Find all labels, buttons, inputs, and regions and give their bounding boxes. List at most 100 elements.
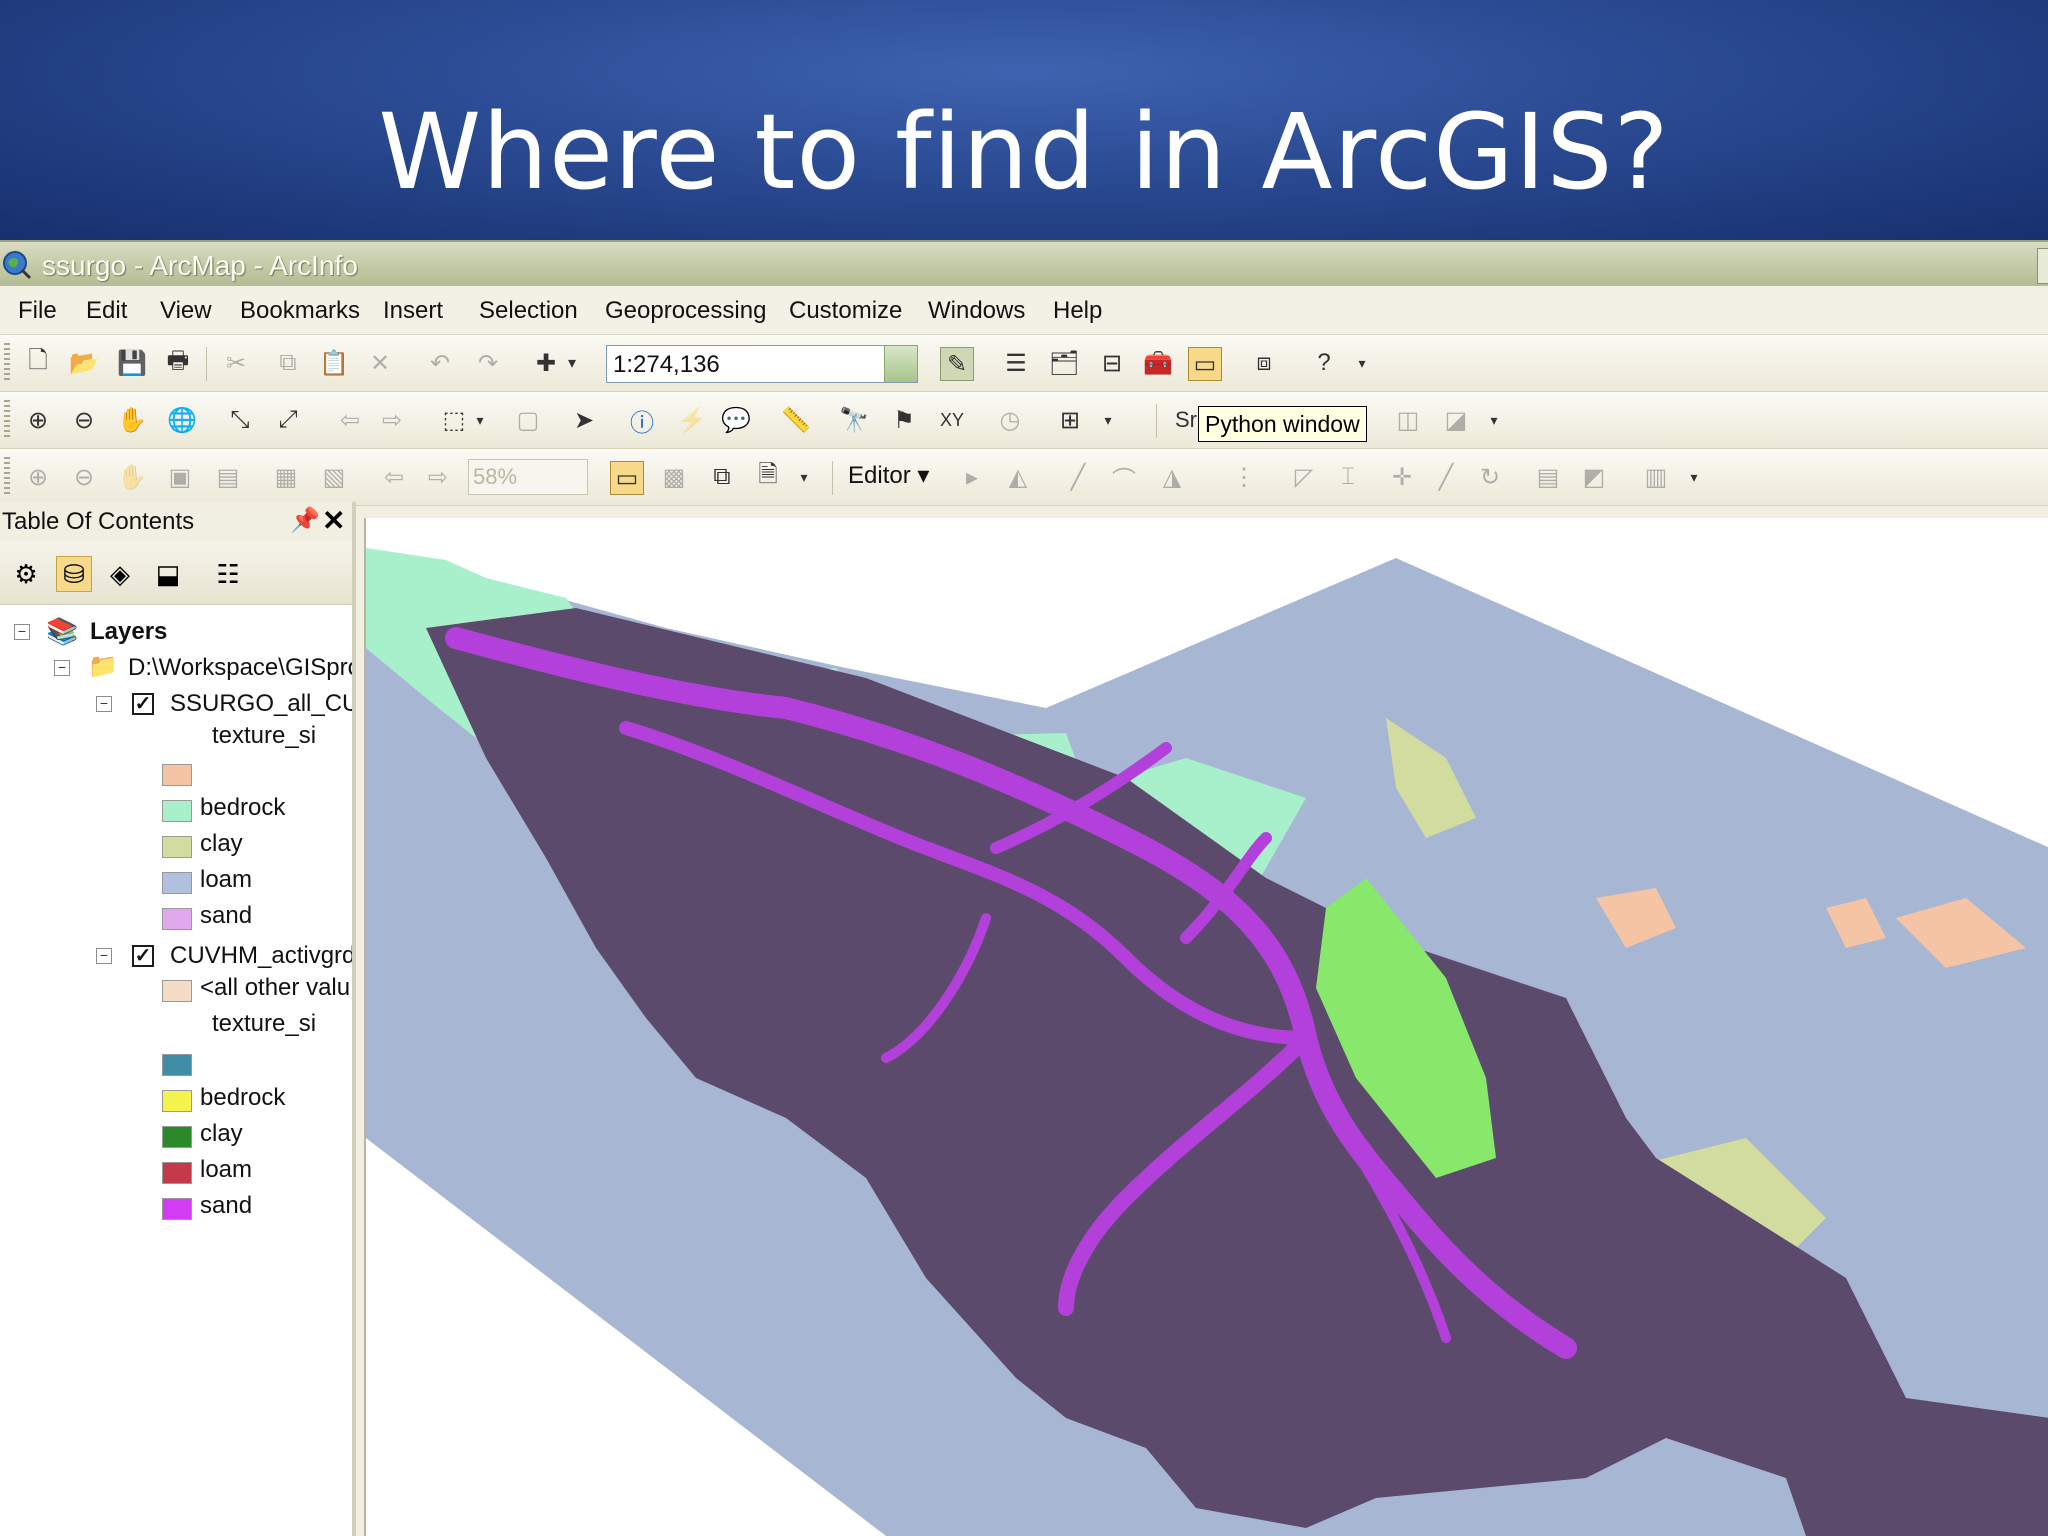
map-canvas[interactable] [366,518,2048,1536]
edit-annotation-icon[interactable]: ◭ [1002,461,1034,493]
zoom-100-icon[interactable]: ▤ [212,461,244,493]
select-elements-arrow-icon[interactable]: ➤ [568,404,600,436]
clear-selection-icon[interactable]: ▢ [512,404,544,436]
layout-zoom-select[interactable]: 58% [468,459,588,495]
select-dropdown-icon[interactable]: ▾ [472,404,488,436]
copy-icon[interactable]: ⧉ [272,347,304,379]
search-window-icon[interactable]: ⊟ [1096,347,1128,379]
focus-data-frame-icon[interactable]: ▩ [658,461,690,493]
toolbar-options-icon[interactable]: ▾ [1100,404,1116,436]
measure-icon[interactable]: 📏 [780,404,812,436]
go-to-xy-icon[interactable]: XY [936,404,968,436]
toolbar-options-icon[interactable]: ▾ [796,461,812,493]
print-icon[interactable]: 🖶 [162,347,194,379]
tree-layer-ssurgo[interactable]: − ✓ SSURGO_all_CUV [0,686,352,722]
layout-pan-icon[interactable]: ✋ [116,461,148,493]
snapping-label[interactable]: Sr [1172,404,1200,436]
snap-edge-icon[interactable]: ◪ [1440,404,1472,436]
layout-zoom-out-icon[interactable]: ⊖ [68,461,100,493]
collapse-icon[interactable]: − [14,624,30,640]
split-icon[interactable]: ╱ [1430,461,1462,493]
new-document-icon[interactable]: 🗋 [22,347,54,379]
editor-toolbar-icon[interactable]: ✎ [940,347,974,381]
find-binoculars-icon[interactable]: 🔭 [838,404,870,436]
collapse-icon[interactable]: − [96,696,112,712]
edit-vertices-icon[interactable]: ◸ [1288,461,1320,493]
menu-file[interactable]: File [18,297,57,325]
layout-back-icon[interactable]: ⇦ [378,461,410,493]
close-icon[interactable]: ✕ [322,504,345,537]
zoom-out-icon[interactable]: ⊖ [68,404,100,436]
catalog-icon[interactable]: 🗂 [1048,347,1080,379]
pan-hand-icon[interactable]: ✋ [116,404,148,436]
html-popup-icon[interactable]: 💬 [720,404,752,436]
delete-icon[interactable]: ✕ [364,347,396,379]
snap-vertex-icon[interactable]: ◫ [1392,404,1424,436]
toolbar-options-icon[interactable]: ▾ [1354,347,1370,379]
collapse-icon[interactable]: − [54,660,70,676]
toc-options-icon[interactable]: ☷ [210,556,246,592]
sketch-properties-icon[interactable]: ◩ [1578,461,1610,493]
menu-view[interactable]: View [160,297,212,325]
map-display[interactable] [364,518,2048,1536]
layer-visibility-checkbox[interactable]: ✓ [132,945,154,967]
next-extent-icon[interactable]: ⇨ [376,404,408,436]
redo-icon[interactable]: ↷ [472,347,504,379]
zoom-in-icon[interactable]: ⊕ [22,404,54,436]
create-viewer-window-icon[interactable]: ⊞ [1054,404,1086,436]
trace-icon[interactable]: ◮ [1156,461,1188,493]
reshape-icon[interactable]: ⌶ [1332,461,1364,493]
cut-polygons-icon[interactable]: ✛ [1386,461,1418,493]
table-of-contents-icon[interactable]: ☰ [1000,347,1032,379]
window-control-button[interactable] [2037,248,2048,284]
tree-layer-cuvhm[interactable]: − ✓ CUVHM_activgrd_ [0,938,352,974]
list-by-source-icon[interactable]: ⛁ [56,556,92,592]
rotate-icon[interactable]: ↻ [1474,461,1506,493]
point-icon[interactable]: ⋮ [1228,461,1260,493]
change-layout-icon[interactable]: ⧉ [706,461,738,493]
toolbar-grip[interactable] [4,343,10,383]
layer-visibility-checkbox[interactable]: ✓ [132,693,154,715]
menu-insert[interactable]: Insert [383,297,443,325]
list-by-visibility-icon[interactable]: ◈ [102,556,138,592]
toolbar-grip[interactable] [4,457,10,497]
fixed-zoom-in-icon[interactable]: ⤡ [224,404,256,436]
toolbar-options-icon[interactable]: ▾ [1486,404,1502,436]
menu-selection[interactable]: Selection [479,297,578,325]
python-window-icon[interactable]: ▭ [1188,347,1222,381]
hyperlink-icon[interactable]: ⚡ [676,404,708,436]
edit-tool-icon[interactable]: ▸ [956,461,988,493]
menu-edit[interactable]: Edit [86,297,127,325]
list-by-selection-icon[interactable]: ⬓ [150,556,186,592]
straight-segment-icon[interactable]: ╱ [1062,461,1094,493]
add-data-dropdown-icon[interactable]: ▾ [563,347,581,379]
undo-icon[interactable]: ↶ [424,347,456,379]
menu-help[interactable]: Help [1053,297,1102,325]
editor-menu-button[interactable]: Editor ▾ [848,461,929,490]
time-slider-icon[interactable]: ◷ [994,404,1026,436]
fixed-zoom-in-layout-icon[interactable]: ▦ [270,461,302,493]
save-icon[interactable]: 💾 [116,347,148,379]
open-folder-icon[interactable]: 📂 [68,347,100,379]
arctoolbox-icon[interactable]: 🧰 [1142,347,1174,379]
end-point-arc-icon[interactable]: ⌒ [1108,461,1140,494]
tree-workspace[interactable]: − 📁 D:\Workspace\GISpro [0,650,352,686]
layout-forward-icon[interactable]: ⇨ [422,461,454,493]
modelbuilder-icon[interactable]: ⧈ [1248,347,1280,379]
pin-icon[interactable]: 📌 [290,506,320,535]
toolbar-grip[interactable] [4,400,10,440]
whats-this-help-icon[interactable]: ? [1308,347,1340,379]
cut-icon[interactable]: ✂ [220,347,252,379]
toggle-draft-mode-icon[interactable]: ▭ [610,461,644,495]
find-route-icon[interactable]: ⚑ [888,404,920,436]
menu-customize[interactable]: Customize [789,297,902,325]
paste-icon[interactable]: 📋 [318,347,350,379]
add-data-icon[interactable]: ✚ [530,347,562,379]
chevron-down-icon[interactable] [884,346,917,382]
map-scale-input[interactable]: 1:274,136 [606,345,918,383]
attributes-icon[interactable]: ▤ [1532,461,1564,493]
menu-bookmarks[interactable]: Bookmarks [240,297,360,325]
collapse-icon[interactable]: − [96,948,112,964]
layout-zoom-in-icon[interactable]: ⊕ [22,461,54,493]
fixed-zoom-out-icon[interactable]: ⤢ [272,404,304,436]
